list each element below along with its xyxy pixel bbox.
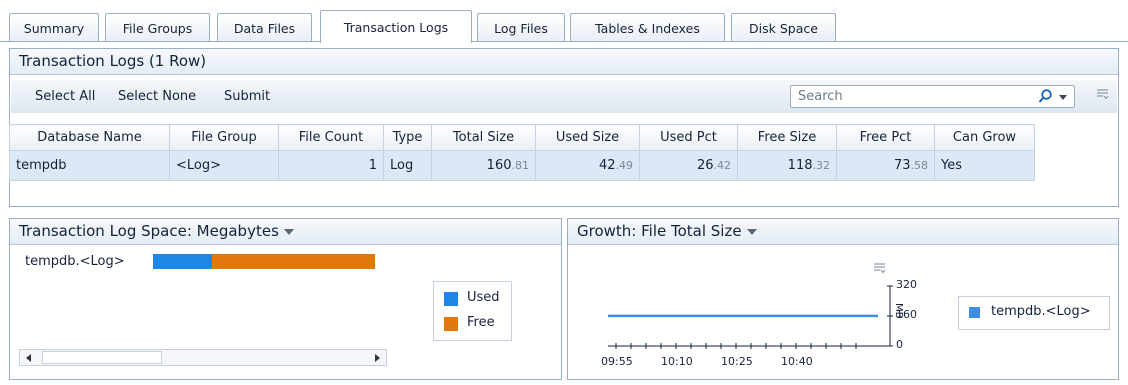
select-none-button[interactable]: Select None (118, 89, 196, 104)
cell-can-grow: Yes (934, 150, 1035, 181)
cell-type: Log (383, 150, 432, 181)
tab-data-files[interactable]: Data Files (217, 13, 312, 42)
column-chooser-icon[interactable] (1097, 89, 1109, 104)
x-tick-label: 10:10 (661, 355, 693, 368)
search-dropdown-icon[interactable] (1059, 95, 1067, 100)
scroll-thumb[interactable] (42, 351, 162, 364)
search-placeholder: Search (798, 89, 843, 104)
log-space-title[interactable]: Transaction Log Space: Megabytes (10, 219, 561, 245)
value-int: 160 (486, 158, 512, 173)
select-all-button[interactable]: Select All (35, 89, 95, 104)
chevron-down-icon[interactable] (283, 229, 294, 235)
y-tick-label-320: 320 (896, 278, 917, 291)
cell-file-group: <Log> (169, 150, 279, 181)
bar-used[interactable] (153, 254, 212, 269)
col-header-type[interactable]: Type (383, 124, 432, 151)
submit-button[interactable]: Submit (224, 89, 270, 104)
grid-toolbar: Select All Select None Submit Search (11, 80, 1117, 113)
legend-label-used: Used (467, 290, 500, 305)
tab-log-files[interactable]: Log Files (477, 13, 565, 42)
tab-transaction-logs[interactable]: Transaction Logs (320, 10, 472, 43)
search-icon[interactable] (1038, 89, 1052, 108)
panel-title: Transaction Logs (1 Row) (10, 49, 1118, 75)
cell-free-pct: 73.58 (836, 150, 935, 181)
legend-swatch-free (444, 317, 458, 331)
cell-used-pct: 26.42 (639, 150, 738, 181)
cell-file-count: 1 (278, 150, 384, 181)
value-dec: .58 (910, 159, 929, 172)
value-int: 118 (787, 158, 813, 173)
growth-panel: Growth: File Total Size 320 160 0 MB 09:… (567, 218, 1119, 380)
table-header-row: Database Name File Group File Count Type… (9, 124, 1035, 151)
value-int: 73 (893, 158, 911, 173)
tab-summary[interactable]: Summary (9, 13, 99, 42)
value-int: 26 (696, 158, 714, 173)
value-dec: .49 (615, 159, 634, 172)
tab-file-groups[interactable]: File Groups (105, 13, 210, 42)
table-row[interactable]: tempdb <Log> 1 Log 160.81 42.49 26.42 11… (9, 150, 1035, 181)
cell-free-size: 118.32 (737, 150, 837, 181)
tab-disk-space[interactable]: Disk Space (731, 13, 836, 42)
scroll-right-icon[interactable] (375, 354, 380, 362)
y-tick-label-0: 0 (896, 338, 903, 351)
axis-ticks (615, 285, 893, 349)
col-header-free-pct[interactable]: Free Pct (836, 124, 935, 151)
horizontal-scrollbar[interactable] (19, 349, 387, 366)
y-axis-label: MB (893, 303, 904, 319)
value-dec: .81 (511, 159, 530, 172)
search-input[interactable]: Search (790, 85, 1075, 108)
x-tick-label: 09:55 (601, 355, 633, 368)
space-legend: Used Free (433, 281, 512, 341)
col-header-database-name[interactable]: Database Name (9, 124, 170, 151)
tab-baseline (0, 41, 1128, 42)
bar-free[interactable] (212, 254, 375, 269)
legend-swatch-used (444, 292, 458, 306)
col-header-file-count[interactable]: File Count (278, 124, 384, 151)
value-dec: .32 (812, 159, 831, 172)
col-header-free-size[interactable]: Free Size (737, 124, 837, 151)
cell-database-name: tempdb (9, 150, 170, 181)
cell-total-size: 160.81 (431, 150, 536, 181)
value-int: 42 (598, 158, 616, 173)
growth-legend: tempdb.<Log> (958, 296, 1110, 330)
legend-label-free: Free (467, 315, 495, 330)
col-header-file-group[interactable]: File Group (169, 124, 279, 151)
bar-category-label: tempdb.<Log> (25, 254, 125, 269)
x-tick-label: 10:40 (781, 355, 813, 368)
log-space-title-text: Transaction Log Space: Megabytes (19, 222, 279, 240)
transaction-logs-table: Database Name File Group File Count Type… (9, 124, 1035, 181)
legend-swatch-tempdb (969, 307, 980, 318)
scroll-left-icon[interactable] (26, 354, 31, 362)
col-header-used-pct[interactable]: Used Pct (639, 124, 738, 151)
log-space-panel: Transaction Log Space: Megabytes tempdb.… (9, 218, 562, 380)
tab-bar: Summary File Groups Data Files Transacti… (0, 0, 1128, 43)
legend-label-tempdb: tempdb.<Log> (991, 304, 1091, 319)
col-header-total-size[interactable]: Total Size (431, 124, 536, 151)
col-header-used-size[interactable]: Used Size (535, 124, 640, 151)
value-dec: .42 (713, 159, 732, 172)
x-tick-label: 10:25 (721, 355, 753, 368)
cell-used-size: 42.49 (535, 150, 640, 181)
col-header-can-grow[interactable]: Can Grow (934, 124, 1035, 151)
tab-tables-indexes[interactable]: Tables & Indexes (570, 13, 725, 42)
